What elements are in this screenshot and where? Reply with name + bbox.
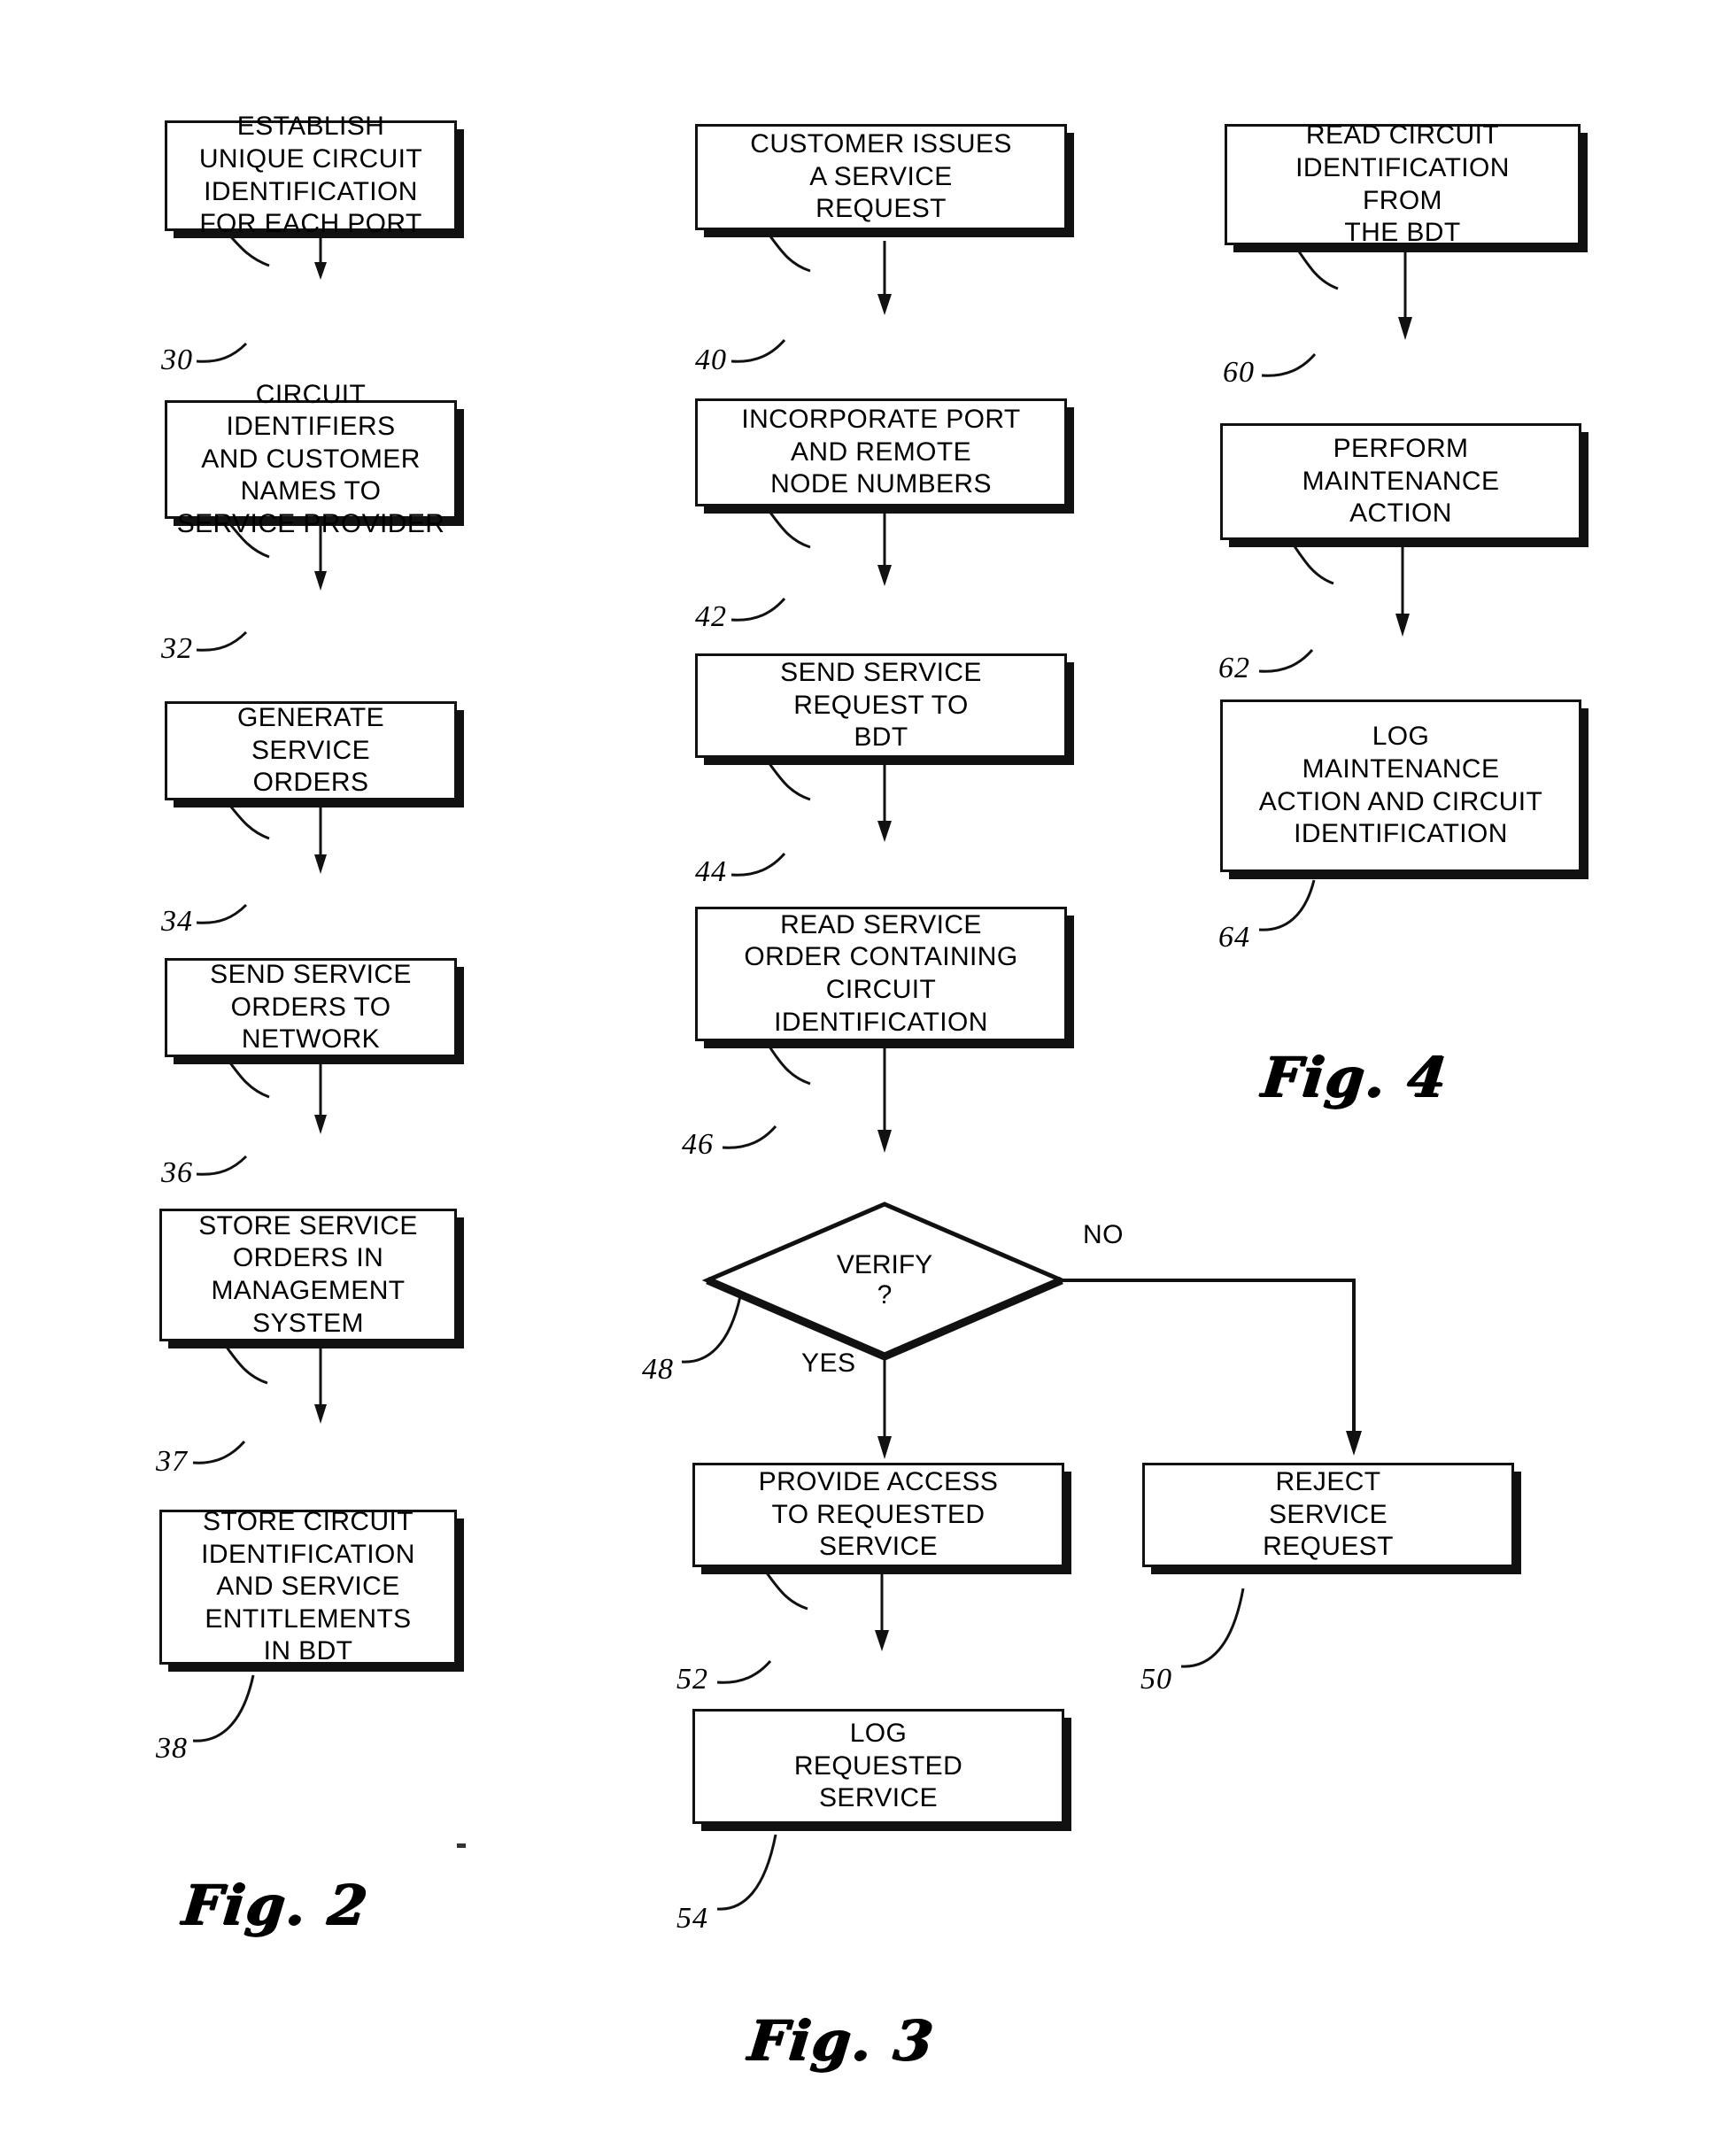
flow-node-36-label: SEND SERVICE ORDERS TO NETWORK <box>210 960 412 1055</box>
flow-node-37: STORE SERVICE ORDERS IN MANAGEMENT SYSTE… <box>159 1209 457 1341</box>
leader-line-32 <box>196 630 248 652</box>
flow-node-30: ESTABLISH UNIQUE CIRCUIT IDENTIFICATION … <box>165 112 457 238</box>
ref-numeral-34: 34 <box>161 905 193 938</box>
figure-caption-fig3: Fig. 3 <box>745 2008 938 2073</box>
flow-node-54: LOG REQUESTED SERVICE <box>692 1709 1064 1824</box>
connector-44-to-46 <box>764 758 892 842</box>
flow-node-50-label: REJECT SERVICE REQUEST <box>1263 1467 1394 1562</box>
flow-node-46: READ SERVICE ORDER CONTAINING CIRCUIT ID… <box>695 907 1067 1041</box>
flow-node-40: CUSTOMER ISSUES A SERVICE REQUEST <box>695 124 1067 230</box>
flow-node-34: GENERATE SERVICE ORDERS <box>165 701 457 800</box>
leader-line-38 <box>192 1674 255 1743</box>
flow-node-32-label: CIRCUIT IDENTIFIERS AND CUSTOMER NAMES T… <box>176 379 445 538</box>
leader-line-36 <box>196 1155 248 1176</box>
flow-node-36: SEND SERVICE ORDERS TO NETWORK <box>165 958 457 1057</box>
flow-node-34-label: GENERATE SERVICE ORDERS <box>236 703 384 798</box>
connector-36-to-37 <box>225 1057 327 1134</box>
flow-node-60-label: READ CIRCUIT IDENTIFICATION FROM THE BDT <box>1295 120 1510 248</box>
flow-node-42-label: INCORPORATE PORT AND REMOTE NODE NUMBERS <box>741 405 1021 499</box>
connector-60-to-62 <box>1294 245 1412 340</box>
ref-numeral-44: 44 <box>695 855 727 888</box>
figure-caption-fig2: Fig. 2 <box>179 1873 372 1937</box>
leader-line-30 <box>196 342 248 363</box>
connector-62-to-64 <box>1289 540 1410 637</box>
ref-numeral-30: 30 <box>161 344 193 376</box>
leader-line-62 <box>1258 649 1314 673</box>
flow-node-44-label: SEND SERVICE REQUEST TO BDT <box>780 658 982 753</box>
decision-branch-yes: YES <box>801 1348 856 1378</box>
scan-speck-a <box>457 1843 466 1848</box>
ref-numeral-32: 32 <box>161 632 193 665</box>
ref-numeral-62: 62 <box>1218 652 1250 684</box>
connector-37-to-38 <box>221 1341 327 1424</box>
flow-node-52: PROVIDE ACCESS TO REQUESTED SERVICE <box>692 1463 1064 1567</box>
ref-numeral-64: 64 <box>1218 921 1250 954</box>
flow-node-54-label: LOG REQUESTED SERVICE <box>793 1719 963 1813</box>
connector-52-to-54 <box>761 1567 889 1651</box>
leader-line-46 <box>722 1125 777 1149</box>
decision-verify: VERIFY ? <box>701 1201 1068 1361</box>
leader-line-52 <box>716 1660 772 1684</box>
flow-node-40-label: CUSTOMER ISSUES A SERVICE REQUEST <box>750 129 1012 224</box>
leader-line-50 <box>1180 1588 1245 1668</box>
ref-numeral-37: 37 <box>156 1445 188 1478</box>
connector-46-to-decision <box>764 1040 892 1153</box>
flow-node-32: CIRCUIT IDENTIFIERS AND CUSTOMER NAMES T… <box>165 380 457 538</box>
ref-numeral-36: 36 <box>161 1156 193 1189</box>
connector-no-to-50 <box>1063 1279 1362 1456</box>
connector-40-to-42 <box>764 229 892 315</box>
ref-numeral-48: 48 <box>642 1353 674 1386</box>
flow-node-38: STORE CIRCUIT IDENTIFICATION AND SERVICE… <box>159 1507 457 1665</box>
ref-numeral-54: 54 <box>676 1902 708 1935</box>
leader-line-37 <box>192 1441 246 1464</box>
flow-node-46-label: READ SERVICE ORDER CONTAINING CIRCUIT ID… <box>744 909 1018 1037</box>
flow-node-30-label: ESTABLISH UNIQUE CIRCUIT IDENTIFICATION … <box>198 112 423 239</box>
flow-node-44: SEND SERVICE REQUEST TO BDT <box>695 653 1067 758</box>
flow-node-60: READ CIRCUIT IDENTIFICATION FROM THE BDT <box>1225 120 1581 247</box>
flow-node-62: PERFORM MAINTENANCE ACTION <box>1220 423 1581 540</box>
ref-numeral-52: 52 <box>676 1663 708 1696</box>
flow-node-62-label: PERFORM MAINTENANCE ACTION <box>1302 434 1500 529</box>
ref-numeral-60: 60 <box>1223 356 1255 389</box>
connector-yes-to-52 <box>877 1355 892 1459</box>
flow-node-38-label: STORE CIRCUIT IDENTIFICATION AND SERVICE… <box>201 1507 415 1666</box>
patent-drawing-sheet: ESTABLISH UNIQUE CIRCUIT IDENTIFICATION … <box>0 0 1716 2156</box>
connector-34-to-36 <box>225 800 327 874</box>
ref-numeral-46: 46 <box>682 1128 714 1161</box>
leader-line-34 <box>196 903 248 924</box>
ref-numeral-38: 38 <box>156 1732 188 1765</box>
decision-branch-no: NO <box>1083 1220 1124 1249</box>
leader-line-60 <box>1261 353 1317 377</box>
flow-node-37-label: STORE SERVICE ORDERS IN MANAGEMENT SYSTE… <box>198 1210 418 1338</box>
leader-line-42 <box>730 598 786 622</box>
leader-line-54 <box>716 1834 777 1911</box>
flow-node-42: INCORPORATE PORT AND REMOTE NODE NUMBERS <box>695 398 1067 506</box>
flow-node-50: REJECT SERVICE REQUEST <box>1142 1463 1514 1567</box>
flow-node-64: LOG MAINTENANCE ACTION AND CIRCUIT IDENT… <box>1220 699 1581 872</box>
ref-numeral-42: 42 <box>695 600 727 633</box>
ref-numeral-50: 50 <box>1140 1663 1172 1696</box>
flow-node-52-label: PROVIDE ACCESS TO REQUESTED SERVICE <box>758 1467 999 1562</box>
ref-numeral-40: 40 <box>695 344 727 376</box>
leader-line-40 <box>730 339 786 363</box>
leader-line-64 <box>1258 879 1316 931</box>
leader-line-44 <box>730 853 786 877</box>
flow-node-64-label: LOG MAINTENANCE ACTION AND CIRCUIT IDENT… <box>1258 722 1543 849</box>
figure-caption-fig4: Fig. 4 <box>1258 1045 1451 1109</box>
connector-42-to-44 <box>764 506 892 586</box>
